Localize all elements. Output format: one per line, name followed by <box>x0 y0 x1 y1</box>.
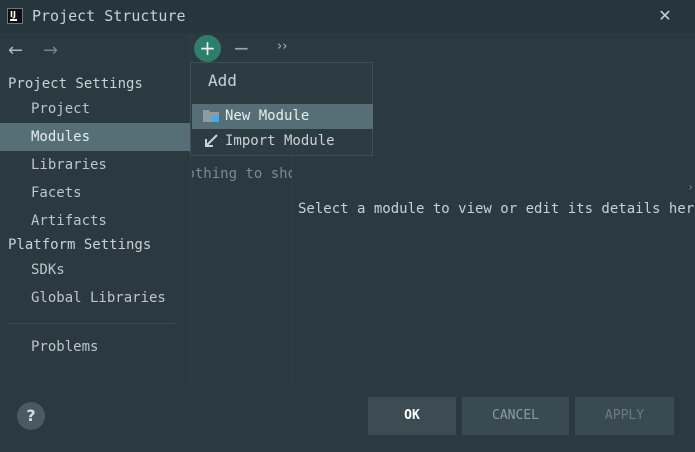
close-icon[interactable]: ✕ <box>655 6 675 26</box>
module-list-empty-text: Nothing to show <box>192 166 292 182</box>
menu-item-import-module[interactable]: Import Module <box>192 129 373 154</box>
menu-item-label: New Module <box>225 108 310 124</box>
sidebar-separator <box>8 323 175 324</box>
remove-icon[interactable]: − <box>233 36 250 60</box>
sidebar-item-problems[interactable]: Problems <box>0 333 190 361</box>
collapse-chevron-icon[interactable]: › <box>687 180 694 194</box>
cancel-button[interactable]: CANCEL <box>462 397 569 435</box>
add-popup-menu: Add New Module Import Module <box>190 62 373 156</box>
intellij-app-icon: IJ <box>7 8 23 24</box>
window-title: Project Structure <box>32 7 186 25</box>
more-actions-icon[interactable]: ›› <box>277 39 287 54</box>
sidebar-item-libraries[interactable]: Libraries <box>0 151 190 179</box>
apply-button[interactable]: APPLY <box>575 397 674 435</box>
menu-item-label: Import Module <box>225 133 335 149</box>
sidebar-item-facets[interactable]: Facets <box>0 179 190 207</box>
menu-item-new-module[interactable]: New Module <box>192 104 373 129</box>
sidebar-item-artifacts[interactable]: Artifacts <box>0 207 190 235</box>
back-arrow-icon[interactable]: ← <box>8 40 23 61</box>
section-header-platform-settings: Platform Settings <box>8 237 152 253</box>
popup-title: Add <box>208 71 237 90</box>
forward-arrow-icon[interactable]: → <box>43 40 58 61</box>
sidebar-item-modules[interactable]: Modules <box>0 123 190 151</box>
details-placeholder: Select a module to view or edit its deta… <box>298 201 695 217</box>
sidebar-item-sdks[interactable]: SDKs <box>0 256 190 284</box>
sidebar-item-project[interactable]: Project <box>0 95 190 123</box>
import-arrow-icon <box>205 134 218 147</box>
sidebar-item-global-libraries[interactable]: Global Libraries <box>0 284 190 312</box>
ok-button[interactable]: OK <box>368 397 456 435</box>
section-header-project-settings: Project Settings <box>8 76 143 92</box>
app-icon-text: IJ <box>10 10 16 19</box>
add-icon[interactable]: + <box>194 35 221 62</box>
folder-module-icon <box>203 110 219 122</box>
title-bar: IJ Project Structure ✕ <box>0 0 695 33</box>
help-icon[interactable]: ? <box>17 402 45 430</box>
